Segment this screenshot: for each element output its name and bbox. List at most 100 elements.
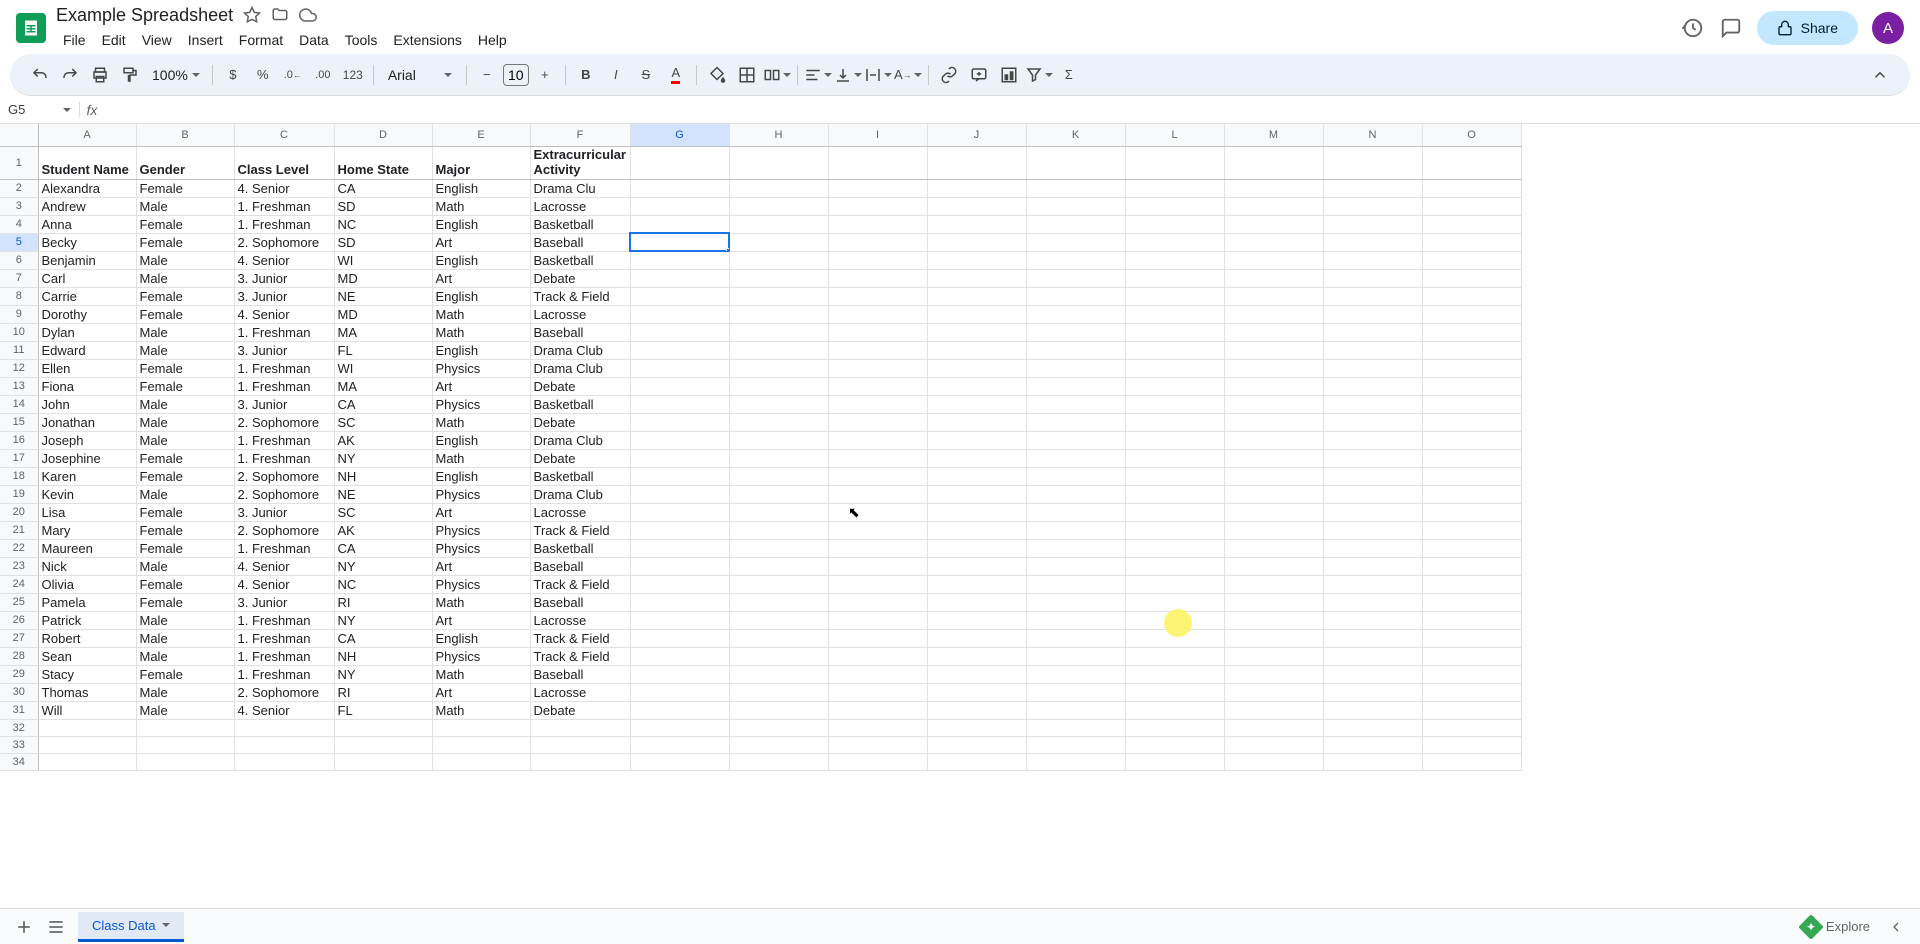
functions-button[interactable]: Σ — [1055, 61, 1083, 89]
cell-L30[interactable] — [1125, 683, 1224, 701]
cell-I31[interactable] — [828, 701, 927, 719]
cloud-status-icon[interactable] — [299, 6, 317, 24]
cell-A4[interactable]: Anna — [38, 215, 136, 233]
cell-E18[interactable]: English — [432, 467, 530, 485]
fill-color-button[interactable] — [703, 61, 731, 89]
cell-D18[interactable]: NH — [334, 467, 432, 485]
cell-I17[interactable] — [828, 449, 927, 467]
menu-format[interactable]: Format — [232, 28, 290, 52]
cell-B25[interactable]: Female — [136, 593, 234, 611]
menu-help[interactable]: Help — [471, 28, 514, 52]
cell-J5[interactable] — [927, 233, 1026, 251]
cell-C12[interactable]: 1. Freshman — [234, 359, 334, 377]
cell-D6[interactable]: WI — [334, 251, 432, 269]
column-header-L[interactable]: L — [1125, 124, 1224, 146]
cell-I19[interactable] — [828, 485, 927, 503]
cell-L18[interactable] — [1125, 467, 1224, 485]
cell-J18[interactable] — [927, 467, 1026, 485]
share-button[interactable]: Share — [1757, 11, 1858, 45]
cell-I23[interactable] — [828, 557, 927, 575]
more-formats-button[interactable]: 123 — [339, 61, 367, 89]
cell-E9[interactable]: Math — [432, 305, 530, 323]
cell-G17[interactable] — [630, 449, 729, 467]
cell-L1[interactable] — [1125, 146, 1224, 179]
cell-A24[interactable]: Olivia — [38, 575, 136, 593]
cell-H16[interactable] — [729, 431, 828, 449]
cell-M12[interactable] — [1224, 359, 1323, 377]
cell-C33[interactable] — [234, 736, 334, 753]
cell-O4[interactable] — [1422, 215, 1521, 233]
cell-M32[interactable] — [1224, 719, 1323, 736]
cell-D7[interactable]: MD — [334, 269, 432, 287]
cell-J24[interactable] — [927, 575, 1026, 593]
cell-N19[interactable] — [1323, 485, 1422, 503]
cell-D3[interactable]: SD — [334, 197, 432, 215]
cell-H11[interactable] — [729, 341, 828, 359]
cell-L24[interactable] — [1125, 575, 1224, 593]
cell-B12[interactable]: Female — [136, 359, 234, 377]
row-header-9[interactable]: 9 — [0, 305, 38, 323]
row-header-18[interactable]: 18 — [0, 467, 38, 485]
cell-H10[interactable] — [729, 323, 828, 341]
cell-I8[interactable] — [828, 287, 927, 305]
cell-L20[interactable] — [1125, 503, 1224, 521]
column-header-F[interactable]: F — [530, 124, 630, 146]
cell-H33[interactable] — [729, 736, 828, 753]
collapse-toolbar-button[interactable] — [1866, 61, 1894, 89]
cell-A9[interactable]: Dorothy — [38, 305, 136, 323]
cell-N22[interactable] — [1323, 539, 1422, 557]
cell-I14[interactable] — [828, 395, 927, 413]
row-header-14[interactable]: 14 — [0, 395, 38, 413]
cell-H28[interactable] — [729, 647, 828, 665]
cell-O27[interactable] — [1422, 629, 1521, 647]
cell-N3[interactable] — [1323, 197, 1422, 215]
cell-G33[interactable] — [630, 736, 729, 753]
cell-C29[interactable]: 1. Freshman — [234, 665, 334, 683]
cell-F16[interactable]: Drama Club — [530, 431, 630, 449]
history-icon[interactable] — [1681, 16, 1705, 40]
account-avatar[interactable]: A — [1872, 12, 1904, 44]
cell-E22[interactable]: Physics — [432, 539, 530, 557]
cell-M27[interactable] — [1224, 629, 1323, 647]
cell-E2[interactable]: English — [432, 179, 530, 197]
cell-D5[interactable]: SD — [334, 233, 432, 251]
column-header-O[interactable]: O — [1422, 124, 1521, 146]
cell-O15[interactable] — [1422, 413, 1521, 431]
cell-F11[interactable]: Drama Club — [530, 341, 630, 359]
cell-K3[interactable] — [1026, 197, 1125, 215]
menu-extensions[interactable]: Extensions — [386, 28, 468, 52]
column-header-M[interactable]: M — [1224, 124, 1323, 146]
cell-G13[interactable] — [630, 377, 729, 395]
cell-E34[interactable] — [432, 753, 530, 770]
spreadsheet-grid[interactable]: ABCDEFGHIJKLMNO 1Student NameGenderClass… — [0, 124, 1920, 908]
cell-C31[interactable]: 4. Senior — [234, 701, 334, 719]
cell-D22[interactable]: CA — [334, 539, 432, 557]
cell-G31[interactable] — [630, 701, 729, 719]
cell-M2[interactable] — [1224, 179, 1323, 197]
cell-G9[interactable] — [630, 305, 729, 323]
cell-O31[interactable] — [1422, 701, 1521, 719]
cell-N27[interactable] — [1323, 629, 1422, 647]
cell-G19[interactable] — [630, 485, 729, 503]
cell-O1[interactable] — [1422, 146, 1521, 179]
cell-D17[interactable]: NY — [334, 449, 432, 467]
cell-C10[interactable]: 1. Freshman — [234, 323, 334, 341]
cell-A7[interactable]: Carl — [38, 269, 136, 287]
cell-C9[interactable]: 4. Senior — [234, 305, 334, 323]
cell-N30[interactable] — [1323, 683, 1422, 701]
cell-J21[interactable] — [927, 521, 1026, 539]
cell-O26[interactable] — [1422, 611, 1521, 629]
cell-F22[interactable]: Basketball — [530, 539, 630, 557]
cell-E31[interactable]: Math — [432, 701, 530, 719]
zoom-select[interactable]: 100% — [146, 65, 206, 85]
cell-O10[interactable] — [1422, 323, 1521, 341]
cell-D4[interactable]: NC — [334, 215, 432, 233]
cell-B19[interactable]: Male — [136, 485, 234, 503]
cell-N23[interactable] — [1323, 557, 1422, 575]
cell-B24[interactable]: Female — [136, 575, 234, 593]
cell-H1[interactable] — [729, 146, 828, 179]
cell-G24[interactable] — [630, 575, 729, 593]
cell-K23[interactable] — [1026, 557, 1125, 575]
row-header-4[interactable]: 4 — [0, 215, 38, 233]
document-title[interactable]: Example Spreadsheet — [56, 5, 233, 26]
